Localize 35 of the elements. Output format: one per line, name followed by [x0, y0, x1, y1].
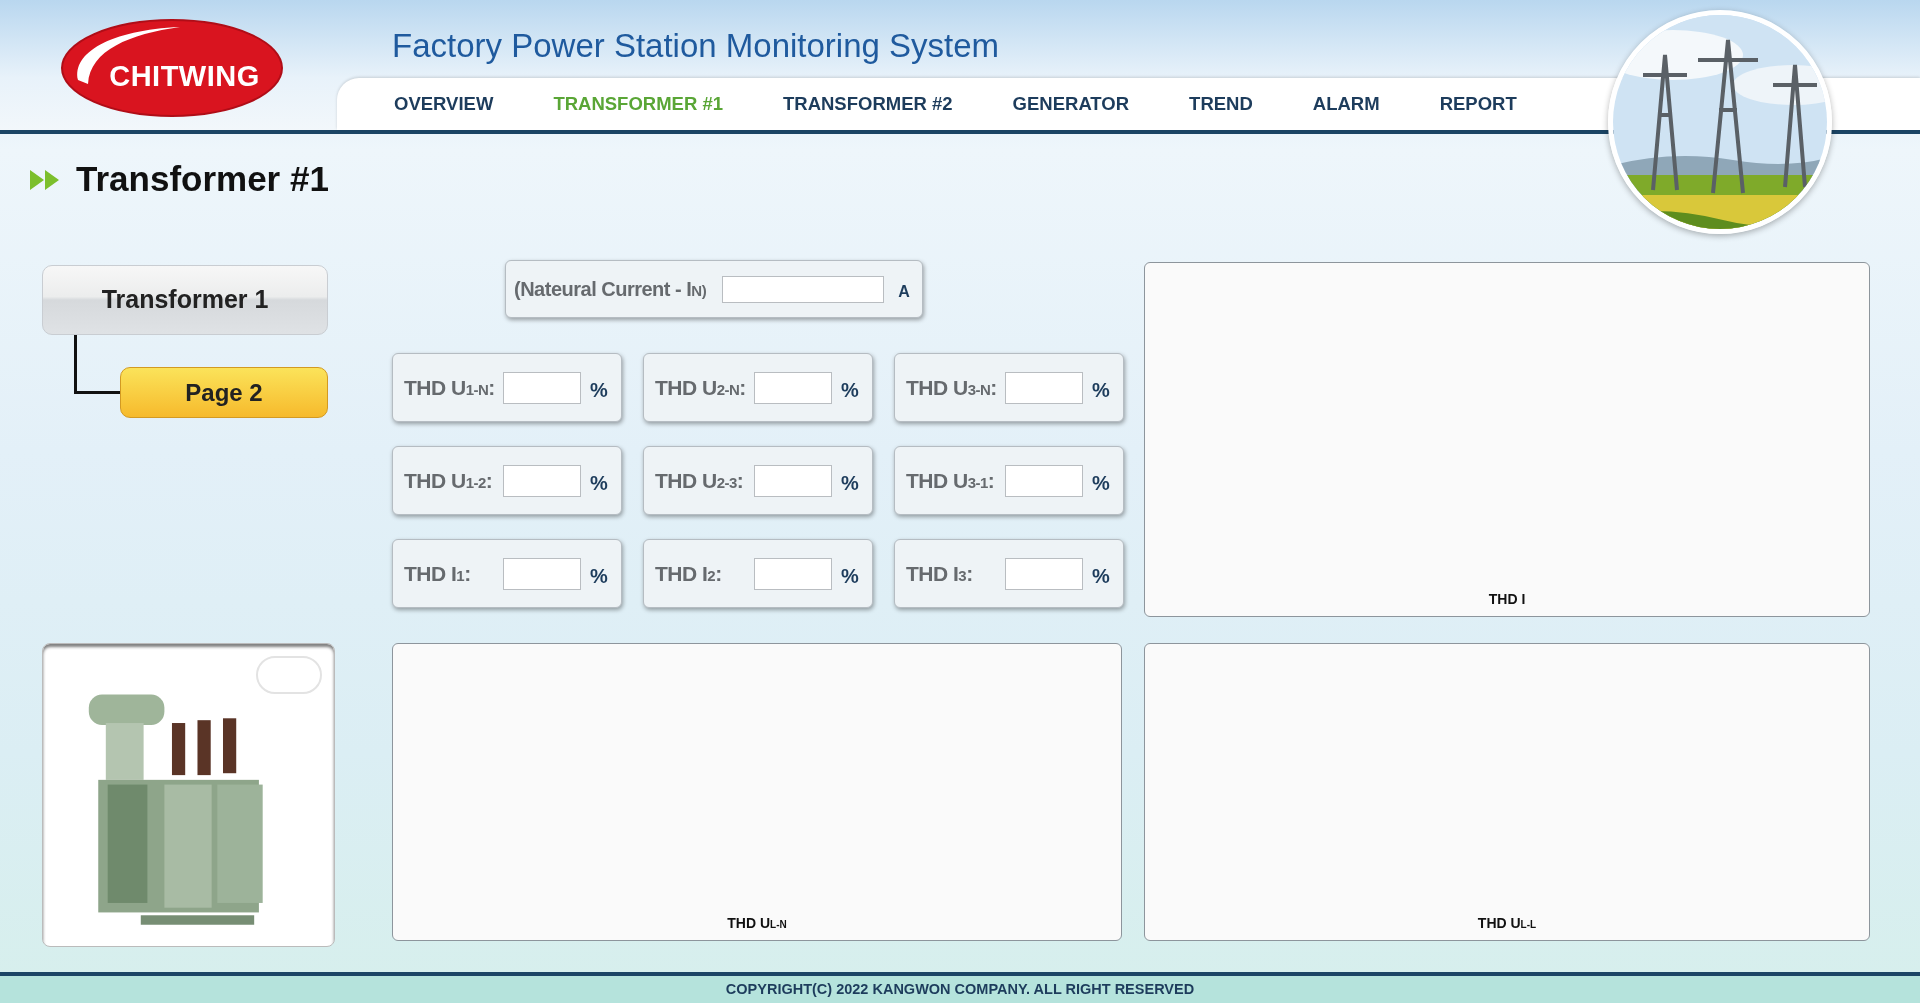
- input-field[interactable]: [503, 557, 581, 590]
- chart-label: THD I: [1488, 590, 1526, 609]
- unit-label: %: [841, 563, 859, 589]
- input-field[interactable]: [503, 371, 581, 404]
- unit-label: %: [1092, 470, 1110, 496]
- unit-label: %: [1092, 377, 1110, 403]
- app-title: Factory Power Station Monitoring System: [391, 26, 1001, 66]
- input-field[interactable]: [722, 275, 885, 303]
- input-field[interactable]: [754, 557, 832, 590]
- unit-label: %: [841, 377, 859, 403]
- input-field[interactable]: [1005, 557, 1083, 590]
- unit-label: %: [841, 470, 859, 496]
- unit-label: %: [1092, 563, 1110, 589]
- nav-tab[interactable]: REPORT: [1439, 90, 1517, 118]
- blank-button[interactable]: [256, 656, 322, 694]
- page-title: Transformer #1: [76, 158, 329, 200]
- input-field[interactable]: [754, 464, 832, 497]
- input-field[interactable]: [503, 464, 581, 497]
- logo-icon: [60, 18, 285, 118]
- tree-item[interactable]: Transformer 1: [42, 265, 328, 335]
- unit-label: %: [590, 377, 608, 403]
- nav-tab[interactable]: OVERVIEW: [394, 90, 494, 118]
- nav-tab[interactable]: ALARM: [1312, 90, 1380, 118]
- unit-label: %: [590, 470, 608, 496]
- nav-tab[interactable]: TREND: [1189, 90, 1253, 118]
- nav-tab[interactable]: GENERATOR: [1012, 90, 1130, 118]
- input-field[interactable]: [754, 371, 832, 404]
- input-field[interactable]: [1005, 464, 1083, 497]
- footer-text: COPYRIGHT(C) 2022 KANGWON COMPANY. ALL RIGHT RESERVED: [725, 979, 1195, 999]
- logo-text: CHITWING: [108, 59, 261, 94]
- tree-item[interactable]: Page 2: [120, 367, 328, 418]
- input-field[interactable]: [1005, 371, 1083, 404]
- nav-tab[interactable]: TRANSFORMER #2: [783, 90, 953, 118]
- unit-label: %: [590, 563, 608, 589]
- unit-label: A: [898, 282, 910, 302]
